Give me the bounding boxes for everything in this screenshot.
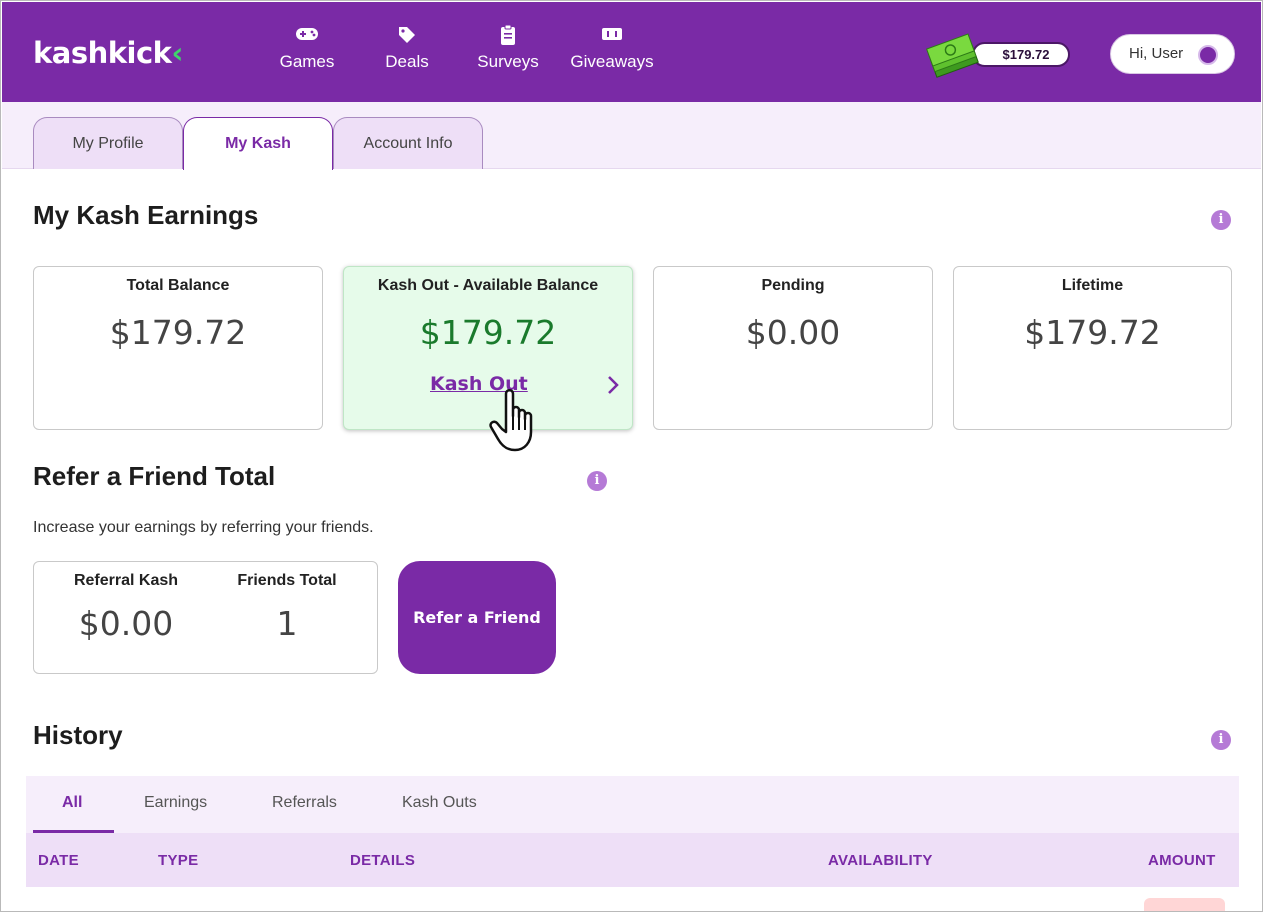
column-header-availability[interactable]: AVAILABILITY bbox=[828, 852, 933, 869]
table-row[interactable] bbox=[26, 888, 1239, 912]
ticket-icon bbox=[564, 24, 660, 50]
referral-kash-stat: Referral Kash $0.00 bbox=[51, 572, 201, 643]
history-tabs: All Earnings Referrals Kash Outs bbox=[26, 776, 1239, 833]
stat-value: $0.00 bbox=[78, 604, 174, 643]
profile-tabs: My Profile My Kash Account Info bbox=[2, 102, 1261, 170]
amount-badge bbox=[1144, 898, 1225, 912]
card-title: Total Balance bbox=[126, 277, 230, 294]
pending-card: Pending $0.00 bbox=[653, 266, 933, 430]
nav-games[interactable]: Games bbox=[272, 24, 342, 84]
money-stack-icon bbox=[924, 28, 984, 80]
lifetime-card: Lifetime $179.72 bbox=[953, 266, 1232, 430]
tab-earnings[interactable]: Earnings bbox=[144, 794, 207, 812]
tab-all[interactable]: All bbox=[62, 794, 82, 812]
nav-surveys[interactable]: Surveys bbox=[472, 24, 544, 84]
column-header-date[interactable]: DATE bbox=[38, 852, 79, 869]
history-table-header: DATE TYPE DETAILS AVAILABILITY AMOUNT bbox=[26, 833, 1239, 887]
tab-my-profile[interactable]: My Profile bbox=[33, 117, 183, 169]
card-value: $179.72 bbox=[419, 313, 557, 352]
total-balance-card: Total Balance $179.72 bbox=[33, 266, 323, 430]
tab-referrals[interactable]: Referrals bbox=[272, 794, 337, 812]
referral-stats-box: Referral Kash $0.00 Friends Total 1 bbox=[33, 561, 378, 674]
refer-a-friend-button[interactable]: Refer a Friend bbox=[398, 561, 556, 674]
kashkick-logo[interactable]: kashkick‹ bbox=[33, 36, 183, 70]
card-value: $179.72 bbox=[1024, 313, 1161, 352]
stat-value: 1 bbox=[276, 604, 298, 643]
card-title: Kash Out - Available Balance bbox=[377, 277, 599, 294]
nav-giveaways[interactable]: Giveaways bbox=[564, 24, 660, 84]
history-title: History bbox=[33, 720, 123, 750]
header-balance[interactable]: $179.72 bbox=[972, 42, 1070, 67]
tab-account-info[interactable]: Account Info bbox=[333, 117, 483, 169]
clipboard-icon bbox=[472, 24, 544, 50]
column-header-amount[interactable]: AMOUNT bbox=[1148, 852, 1216, 869]
tags-icon bbox=[377, 24, 437, 50]
card-title: Lifetime bbox=[1061, 277, 1124, 294]
stat-label: Referral Kash bbox=[73, 572, 179, 589]
nav-deals[interactable]: Deals bbox=[377, 24, 437, 84]
friends-total-stat: Friends Total 1 bbox=[212, 572, 362, 643]
column-header-details[interactable]: DETAILS bbox=[350, 852, 415, 869]
chevron-right-icon[interactable] bbox=[606, 375, 620, 400]
referral-title: Refer a Friend Total bbox=[33, 461, 276, 491]
card-title: Pending bbox=[761, 277, 825, 294]
top-navigation-bar: kashkick‹ Games Deals Surveys Giveaways … bbox=[2, 2, 1261, 102]
hand-cursor-icon bbox=[486, 386, 544, 456]
stat-label: Friends Total bbox=[237, 572, 337, 589]
referral-info-icon[interactable]: i bbox=[587, 471, 607, 491]
tab-my-kash[interactable]: My Kash bbox=[183, 117, 333, 170]
history-info-icon[interactable]: i bbox=[1211, 730, 1231, 750]
earnings-info-icon[interactable]: i bbox=[1211, 210, 1231, 230]
earnings-title: My Kash Earnings bbox=[33, 200, 259, 230]
avatar bbox=[1198, 45, 1218, 65]
tab-kash-outs[interactable]: Kash Outs bbox=[402, 794, 477, 812]
user-menu-button[interactable]: Hi, User bbox=[1110, 34, 1235, 74]
card-value: $0.00 bbox=[745, 313, 841, 352]
gamepad-icon bbox=[272, 24, 342, 50]
column-header-type[interactable]: TYPE bbox=[158, 852, 198, 869]
card-value: $179.72 bbox=[109, 313, 247, 352]
referral-subtext: Increase your earnings by referring your… bbox=[33, 519, 374, 536]
